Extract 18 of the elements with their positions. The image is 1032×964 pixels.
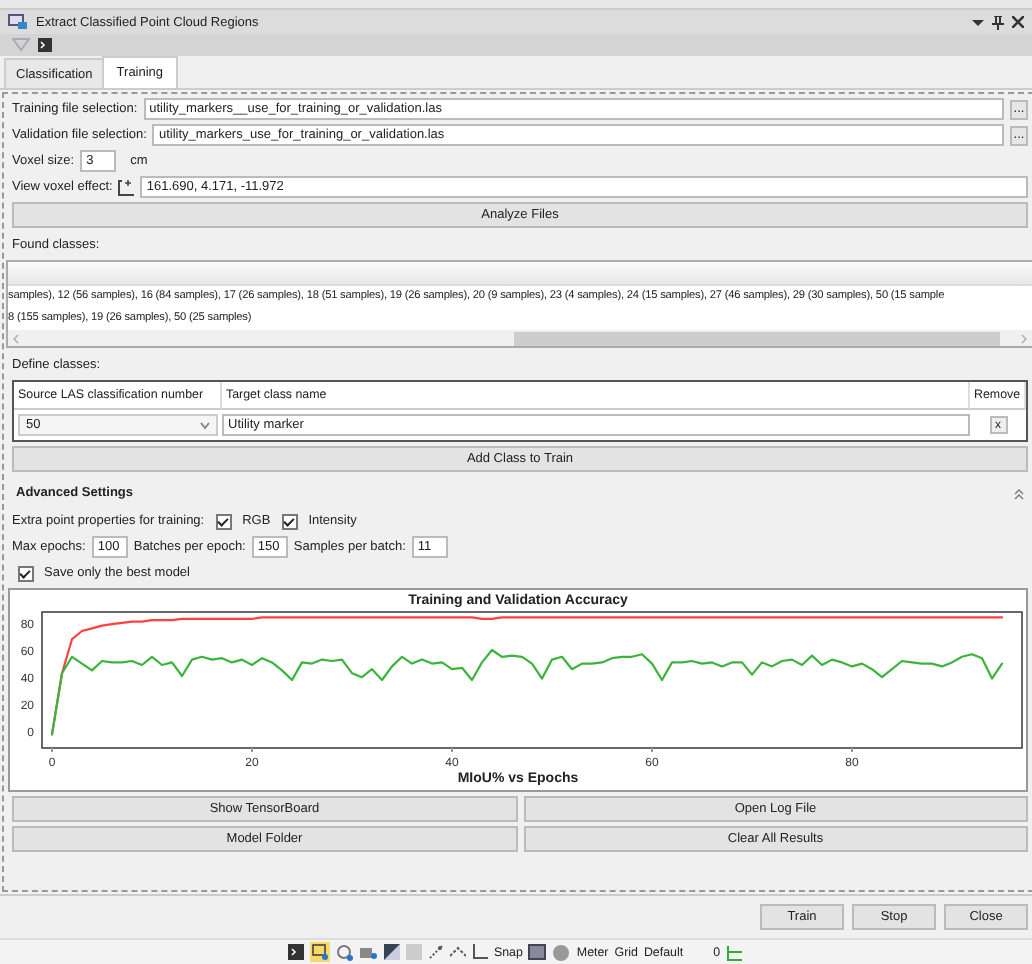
- collapse-icon[interactable]: [1014, 487, 1024, 499]
- pin-icon[interactable]: [992, 15, 1004, 29]
- checkbox[interactable]: [216, 513, 233, 529]
- terminal-icon[interactable]: [287, 944, 304, 960]
- checkbox[interactable]: [18, 565, 34, 581]
- axis-icon[interactable]: [471, 944, 488, 960]
- dropdown-icon[interactable]: [972, 16, 984, 28]
- selection-icon[interactable]: [309, 942, 330, 962]
- chevron-down-icon: [200, 421, 210, 429]
- terminal-icon[interactable]: [38, 38, 52, 52]
- close-icon[interactable]: [1012, 16, 1024, 28]
- point-picker-icon[interactable]: [118, 179, 135, 195]
- gradient-icon[interactable]: [383, 944, 400, 960]
- lasso-icon[interactable]: [335, 943, 354, 961]
- angle-icon[interactable]: [449, 944, 466, 960]
- image-icon[interactable]: [528, 944, 547, 960]
- checkbox[interactable]: [282, 513, 299, 529]
- scatter-icon[interactable]: [427, 944, 444, 960]
